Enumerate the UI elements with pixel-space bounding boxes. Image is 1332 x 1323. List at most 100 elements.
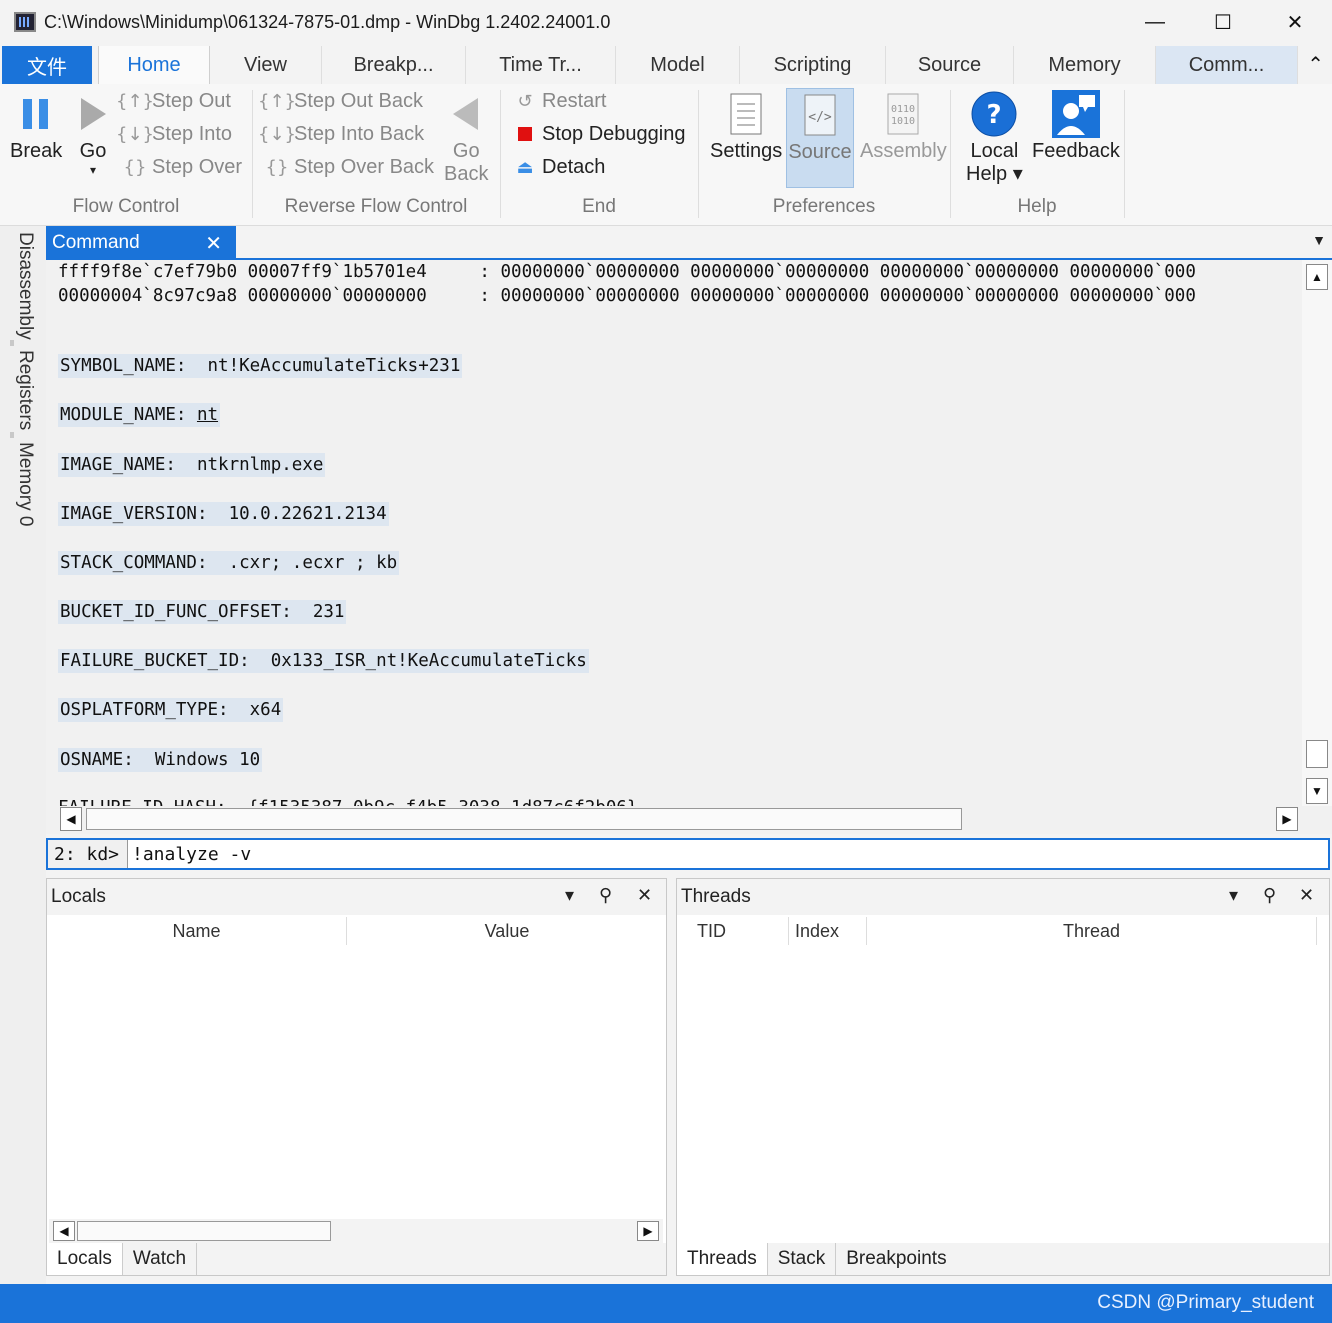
side-tab-memory[interactable]: Memory 0	[14, 442, 36, 526]
close-pane-icon[interactable]: ✕	[1299, 885, 1314, 906]
local-help-button[interactable]: ? Local Help ▾	[966, 88, 1023, 186]
settings-button[interactable]: Settings	[710, 88, 782, 163]
close-command-tab-icon[interactable]: ✕	[205, 231, 222, 256]
assembly-label: Assembly	[860, 140, 947, 162]
svg-text:0110: 0110	[891, 104, 915, 115]
help-group-label: Help	[1017, 196, 1057, 217]
title-bar: C:\Windows\Minidump\061324-7875-01.dmp -…	[0, 0, 1332, 44]
tab-file[interactable]: 文件	[2, 46, 92, 84]
source-code-icon: </>	[803, 89, 837, 141]
column-header-index[interactable]: Index	[789, 917, 867, 945]
window-title: C:\Windows\Minidump\061324-7875-01.dmp -…	[44, 11, 611, 32]
restart-button[interactable]: ↺ Restart	[512, 86, 606, 116]
play-icon	[78, 88, 108, 140]
scroll-thumb[interactable]	[1306, 740, 1328, 768]
column-header-thread[interactable]: Thread	[867, 917, 1317, 945]
column-header-name[interactable]: Name	[47, 917, 347, 945]
stop-debugging-button[interactable]: Stop Debugging	[512, 119, 685, 149]
command-window-menu-icon[interactable]: ▼	[1312, 232, 1326, 248]
break-button[interactable]: Break	[10, 88, 62, 163]
scroll-right-button[interactable]: ▶	[637, 1221, 659, 1241]
side-tab-registers[interactable]: Registers	[14, 350, 36, 430]
tab-scripting[interactable]: Scripting	[740, 46, 886, 84]
step-into-back-label: Step Into Back	[294, 122, 425, 145]
step-over-button[interactable]: {} Step Over	[122, 152, 243, 182]
collapse-ribbon-button[interactable]: ⌃	[1307, 52, 1324, 77]
step-out-back-label: Step Out Back	[294, 89, 423, 112]
step-out-label: Step Out	[152, 89, 231, 112]
feedback-button[interactable]: Feedback	[1032, 88, 1120, 163]
step-over-back-button[interactable]: {} Step Over Back	[264, 152, 435, 182]
assembly-mode-button[interactable]: 0110 1010 Assembly	[860, 88, 947, 163]
output-failure-bucket: FAILURE_BUCKET_ID: 0x133_ISR_nt!KeAccumu…	[58, 649, 589, 673]
close-window-button[interactable]: ✕	[1262, 0, 1328, 44]
output-horizontal-scrollbar[interactable]: ◀ ▶	[46, 806, 1332, 834]
side-tab-disassembly[interactable]: Disassembly	[14, 232, 36, 340]
scroll-left-button[interactable]: ◀	[53, 1221, 75, 1241]
scroll-up-button[interactable]: ▲	[1306, 264, 1328, 290]
go-back-button[interactable]: Go Back	[444, 88, 488, 186]
dropdown-icon[interactable]: ▾	[565, 885, 574, 906]
step-into-button[interactable]: {↓} Step Into	[116, 119, 232, 149]
scroll-left-button[interactable]: ◀	[60, 807, 82, 831]
tab-stack[interactable]: Stack	[768, 1243, 837, 1275]
command-input[interactable]	[132, 842, 1312, 866]
scroll-right-button[interactable]: ▶	[1276, 807, 1298, 831]
command-tab[interactable]: Command ✕	[46, 226, 236, 260]
go-caret-icon[interactable]: ▾	[90, 163, 96, 177]
output-stack-command: STACK_COMMAND: .cxr; .ecxr ; kb	[58, 551, 400, 575]
help-question-icon: ?	[970, 88, 1018, 140]
step-into-back-button[interactable]: {↓} Step Into Back	[258, 119, 425, 149]
svg-text:</>: </>	[808, 110, 832, 125]
tab-memory[interactable]: Memory	[1014, 46, 1156, 84]
dropdown-icon[interactable]: ▾	[1229, 885, 1238, 906]
tab-command[interactable]: Comm...	[1156, 46, 1298, 84]
tab-home[interactable]: Home	[98, 46, 210, 84]
pin-icon[interactable]: ⚲	[1263, 885, 1276, 906]
command-tab-label: Command	[52, 232, 140, 253]
tab-threads[interactable]: Threads	[677, 1243, 768, 1275]
flow-control-group-label: Flow Control	[72, 196, 180, 217]
go-back-label-1: Go	[452, 140, 480, 162]
debugger-prompt: 2: kd>	[48, 840, 128, 868]
tab-breakpoints[interactable]: Breakp...	[322, 46, 466, 84]
settings-label: Settings	[710, 140, 783, 162]
tab-time-travel[interactable]: Time Tr...	[466, 46, 616, 84]
step-out-back-button[interactable]: {↑} Step Out Back	[258, 86, 423, 116]
module-name-key: MODULE_NAME:	[60, 405, 197, 425]
tab-locals[interactable]: Locals	[47, 1243, 123, 1275]
restart-label: Restart	[542, 89, 607, 112]
locals-horizontal-scrollbar[interactable]: ◀ ▶	[49, 1219, 663, 1243]
output-bucket-offset: BUCKET_ID_FUNC_OFFSET: 231	[58, 600, 347, 624]
step-out-back-icon: {↑}	[258, 90, 296, 112]
minimize-button[interactable]: —	[1122, 0, 1188, 44]
locals-scroll-thumb[interactable]	[77, 1221, 331, 1241]
output-module-name: MODULE_NAME: nt	[58, 403, 221, 427]
threads-title-label: Threads	[681, 886, 751, 907]
tab-watch[interactable]: Watch	[123, 1243, 198, 1275]
horizontal-scroll-thumb[interactable]	[86, 808, 962, 830]
column-header-tid[interactable]: TID	[677, 917, 789, 945]
local-help-label-1: Local	[970, 140, 1019, 162]
preferences-group-label: Preferences	[772, 196, 876, 217]
column-header-value[interactable]: Value	[347, 917, 667, 945]
tab-model[interactable]: Model	[616, 46, 740, 84]
source-mode-button[interactable]: </> Source	[786, 88, 854, 188]
go-button[interactable]: Go ▾	[78, 88, 108, 177]
step-out-button[interactable]: {↑} Step Out	[116, 86, 231, 116]
locals-title-label: Locals	[51, 886, 106, 907]
pin-icon[interactable]: ⚲	[599, 885, 612, 906]
tab-breakpoints-pane[interactable]: Breakpoints	[836, 1243, 956, 1275]
scroll-down-button[interactable]: ▼	[1306, 778, 1328, 804]
side-tab-separator	[10, 432, 14, 438]
module-name-link[interactable]: nt	[197, 405, 218, 425]
settings-document-icon	[729, 88, 763, 140]
step-into-back-icon: {↓}	[258, 123, 296, 145]
ribbon-home: Break Go ▾ {↑} Step Out {↓} Step Into {}…	[0, 84, 1332, 226]
tab-source[interactable]: Source	[886, 46, 1014, 84]
maximize-button[interactable]: ☐	[1190, 0, 1256, 44]
close-pane-icon[interactable]: ✕	[637, 885, 652, 906]
detach-button[interactable]: ⏏ Detach	[512, 152, 605, 182]
output-vertical-scrollbar[interactable]: ▲ ▼	[1302, 260, 1332, 806]
tab-view[interactable]: View	[210, 46, 322, 84]
